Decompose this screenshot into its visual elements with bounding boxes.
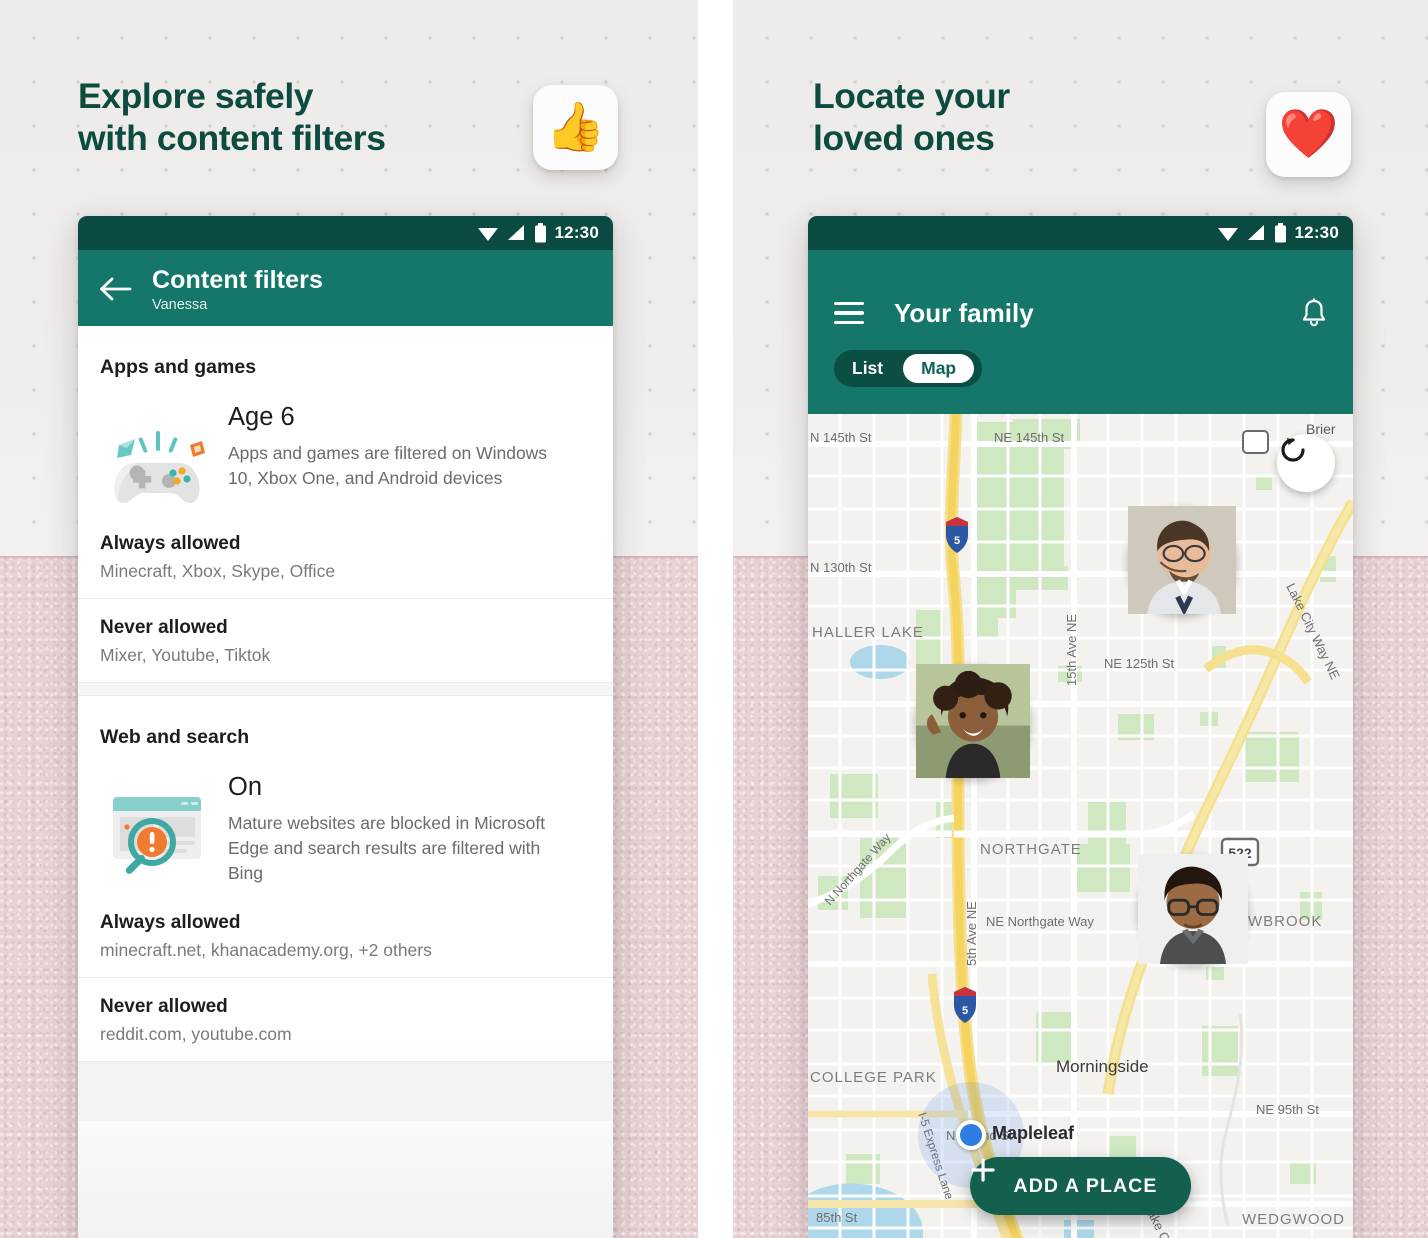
app-bar-titles: Content filters Vanessa bbox=[152, 260, 323, 313]
avatar-photo-son bbox=[1138, 854, 1248, 964]
thumbs-up-emoji-glyph: 👍 bbox=[545, 100, 606, 154]
route-shield-top-right bbox=[1242, 430, 1269, 454]
section-title-web-and-search: Web and search bbox=[100, 726, 250, 748]
svg-text:NORTHGATE: NORTHGATE bbox=[980, 841, 1082, 858]
section-title-apps-and-games: Apps and games bbox=[100, 356, 257, 378]
view-toggle: List Map bbox=[834, 350, 983, 387]
svg-text:NE 145th St: NE 145th St bbox=[994, 430, 1064, 445]
feature-heading-age: Age 6 bbox=[228, 403, 295, 431]
battery-icon bbox=[534, 223, 547, 243]
svg-text:NE Northgate Way: NE Northgate Way bbox=[986, 914, 1094, 929]
page-subtitle: Vanessa bbox=[152, 297, 208, 313]
feature-web-and-search[interactable]: On Mature websites are blocked in Micros… bbox=[78, 749, 613, 894]
heart-emoji-glyph: ❤️ bbox=[1278, 107, 1339, 161]
family-avatar-dad[interactable] bbox=[1128, 506, 1236, 614]
tab-map[interactable]: Map bbox=[903, 354, 975, 383]
current-location-dot bbox=[956, 1120, 986, 1150]
row-web-never-allowed[interactable]: Never allowed reddit.com, youtube.com bbox=[78, 976, 613, 1061]
refresh-icon[interactable] bbox=[1277, 434, 1335, 492]
add-a-place-label: ADD A PLACE bbox=[1013, 1174, 1158, 1197]
row-label: Never allowed bbox=[100, 617, 228, 638]
svg-text:NE 95th St: NE 95th St bbox=[1256, 1102, 1319, 1117]
browser-search-illustration bbox=[96, 771, 218, 886]
svg-text:WEDGWOOD: WEDGWOOD bbox=[1242, 1211, 1345, 1228]
svg-text:N 130th St: N 130th St bbox=[810, 560, 872, 575]
svg-text:85th St: 85th St bbox=[816, 1210, 858, 1225]
current-location-label: Mapleleaf bbox=[992, 1123, 1075, 1143]
family-avatar-daughter[interactable] bbox=[916, 664, 1030, 778]
row-label: Never allowed bbox=[100, 995, 228, 1017]
svg-text:Morningside: Morningside bbox=[1056, 1057, 1149, 1076]
feature-heading-on: On bbox=[228, 773, 263, 801]
row-label: Always allowed bbox=[100, 533, 241, 554]
panel-headline: Explore safely with content filters bbox=[78, 76, 386, 158]
row-value: Mixer, Youtube, Tiktok bbox=[100, 645, 271, 665]
row-apps-never-allowed[interactable]: Never allowed Mixer, Youtube, Tiktok bbox=[78, 598, 613, 682]
signal-icon bbox=[507, 224, 526, 242]
svg-text:5: 5 bbox=[962, 1005, 968, 1017]
row-label: Always allowed bbox=[100, 911, 241, 933]
svg-text:COLLEGE PARK: COLLEGE PARK bbox=[810, 1069, 937, 1086]
phone-mockup-family-map: 12:30 Your family List Map N 145th St NE… bbox=[808, 216, 1353, 1238]
tab-list[interactable]: List bbox=[838, 354, 895, 383]
status-bar: 12:30 bbox=[78, 216, 613, 250]
page-title: Your family bbox=[894, 297, 1034, 328]
feature-text-web: On Mature websites are blocked in Micros… bbox=[218, 771, 558, 886]
signal-icon bbox=[1247, 224, 1266, 242]
gamepad-illustration bbox=[96, 401, 218, 507]
wifi-icon bbox=[1217, 224, 1239, 242]
status-bar-clock: 12:30 bbox=[1294, 223, 1339, 242]
status-bar: 12:30 bbox=[808, 216, 1353, 250]
app-bar: Content filters Vanessa bbox=[78, 250, 613, 326]
section-divider bbox=[78, 682, 613, 696]
feature-description-apps: Apps and games are filtered on Windows 1… bbox=[228, 443, 548, 488]
list-tail bbox=[78, 1060, 613, 1121]
thumbs-up-emoji: 👍 bbox=[533, 85, 618, 170]
row-value: Minecraft, Xbox, Skype, Office bbox=[100, 561, 336, 581]
panel-locate-family: Locate your loved ones ❤️ 12:30 Your fam… bbox=[733, 0, 1428, 1238]
avatar-photo-daughter bbox=[916, 664, 1030, 778]
row-value: reddit.com, youtube.com bbox=[100, 1023, 292, 1044]
svg-text:5: 5 bbox=[954, 535, 960, 547]
svg-text:HALLER LAKE: HALLER LAKE bbox=[812, 624, 924, 641]
wifi-icon bbox=[477, 224, 499, 242]
feature-text-apps: Age 6 Apps and games are filtered on Win… bbox=[218, 401, 558, 507]
row-value: minecraft.net, khanacademy.org, +2 other… bbox=[100, 939, 432, 960]
svg-text:5th Ave NE: 5th Ave NE bbox=[964, 901, 979, 966]
app-bar-row: Your family bbox=[808, 296, 1353, 330]
avatar-photo-dad bbox=[1128, 506, 1236, 614]
feature-apps-and-games[interactable]: Age 6 Apps and games are filtered on Win… bbox=[78, 379, 613, 515]
hamburger-menu-icon[interactable] bbox=[834, 301, 864, 325]
family-map[interactable]: N 145th St NE 145th St Brier N 130th St … bbox=[808, 414, 1353, 1238]
page-title: Content filters bbox=[152, 266, 323, 294]
svg-text:NE 125th St: NE 125th St bbox=[1104, 656, 1174, 671]
panel-headline: Locate your loved ones bbox=[813, 76, 1010, 158]
battery-icon bbox=[1274, 223, 1287, 243]
notification-bell-icon[interactable] bbox=[1297, 296, 1331, 330]
app-bar: Your family List Map bbox=[808, 250, 1353, 414]
row-web-always-allowed[interactable]: Always allowed minecraft.net, khanacadem… bbox=[78, 894, 613, 977]
status-bar-clock: 12:30 bbox=[554, 223, 599, 242]
add-a-place-button[interactable]: ADD A PLACE bbox=[969, 1157, 1192, 1215]
back-arrow-icon[interactable] bbox=[78, 260, 152, 302]
phone-mockup-content-filters: 12:30 Content filters Vanessa Apps and g… bbox=[78, 216, 613, 1238]
svg-text:N 145th St: N 145th St bbox=[810, 430, 872, 445]
feature-description-web: Mature websites are blocked in Microsoft… bbox=[228, 813, 546, 883]
screenshot-stage: Explore safely with content filters 👍 12… bbox=[0, 0, 1428, 1238]
heart-emoji: ❤️ bbox=[1266, 92, 1351, 177]
settings-list: Apps and games Age 6 Apps and games are … bbox=[78, 326, 613, 1238]
row-apps-always-allowed[interactable]: Always allowed Minecraft, Xbox, Skype, O… bbox=[78, 515, 613, 598]
map-canvas: N 145th St NE 145th St Brier N 130th St … bbox=[808, 414, 1353, 1238]
family-avatar-son[interactable] bbox=[1138, 854, 1248, 964]
svg-text:15th Ave NE: 15th Ave NE bbox=[1064, 614, 1079, 686]
panel-content-filters: Explore safely with content filters 👍 12… bbox=[0, 0, 698, 1238]
